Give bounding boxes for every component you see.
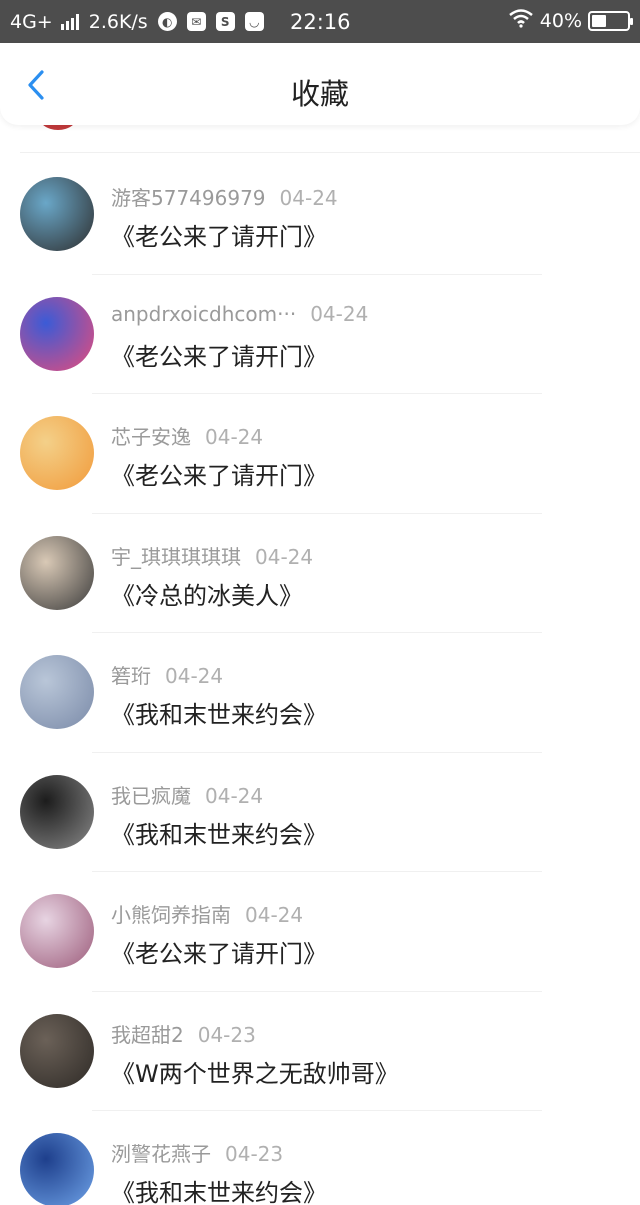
- item-meta: 宇_琪琪琪琪琪 04-24: [111, 541, 313, 570]
- browser-icon: ◐: [157, 12, 177, 31]
- avatar[interactable]: [20, 774, 94, 849]
- battery-icon: [588, 10, 633, 31]
- book-title[interactable]: 《冷总的冰美人》: [111, 576, 303, 611]
- favorites-list: 游客577496979 04-24 《老公来了请开门》 anpdrxoicdhcom·…: [0, 155, 640, 1205]
- username: 宇_琪琪琪琪琪: [111, 544, 241, 569]
- list-item[interactable]: 我超甜2 04-23 《W两个世界之无敌帅哥》: [0, 992, 640, 1111]
- clock: 22:16: [290, 10, 351, 34]
- list-item[interactable]: 游客577496979 04-24 《老公来了请开门》: [0, 155, 640, 275]
- book-title[interactable]: 《W两个世界之无敌帅哥》: [111, 1054, 399, 1089]
- book-title[interactable]: 《我和末世来约会》: [111, 695, 327, 730]
- avatar[interactable]: [20, 894, 94, 968]
- username: 小熊饲养指南: [111, 903, 231, 927]
- list-item[interactable]: 小熊饲养指南 04-24 《老公来了请开门》: [0, 872, 640, 992]
- list-item[interactable]: 洌警花燕子 04-23 《我和末世来约会》: [0, 1111, 640, 1205]
- username: 我已疯魔: [111, 783, 191, 808]
- network-speed: 2.6K/s: [88, 10, 148, 33]
- list-item[interactable]: 我已疯魔 04-24 《我和末世来约会》: [0, 753, 640, 872]
- username: 箬珩: [111, 664, 151, 688]
- status-bar: 4G+ 2.6K/s ◐ ✉ S ◡ 22:16 40%: [0, 0, 640, 43]
- item-meta: 箬珩 04-24: [111, 660, 223, 689]
- battery-percent: 40%: [539, 9, 582, 32]
- mail-icon: ✉: [186, 12, 206, 31]
- date: 04-23: [225, 1142, 284, 1166]
- date: 04-24: [165, 664, 224, 688]
- date: 04-23: [197, 1022, 256, 1047]
- date: 04-24: [245, 903, 304, 927]
- book-title[interactable]: 《我和末世来约会》: [111, 815, 327, 850]
- item-meta: 洌警花燕子 04-23: [111, 1138, 283, 1167]
- username: anpdrxoicdhcom···: [111, 301, 297, 326]
- chat-icon: ◡: [244, 12, 264, 31]
- date: 04-24: [279, 186, 338, 210]
- list-item[interactable]: 宇_琪琪琪琪琪 04-24 《冷总的冰美人》: [0, 514, 640, 633]
- list-item[interactable]: anpdrxoicdhcom··· 04-24 《老公来了请开门》: [0, 275, 640, 394]
- list-item[interactable]: 箬珩 04-24 《我和末世来约会》: [0, 633, 640, 753]
- app-header: 收藏: [0, 43, 640, 125]
- book-title[interactable]: 《老公来了请开门》: [111, 217, 327, 252]
- item-meta: 我已疯魔 04-24: [111, 780, 263, 809]
- book-title[interactable]: 《我和末世来约会》: [111, 1173, 327, 1205]
- book-title[interactable]: 《老公来了请开门》: [111, 456, 327, 491]
- wifi-icon: [508, 8, 534, 33]
- username: 我超甜2: [111, 1022, 184, 1047]
- item-meta: anpdrxoicdhcom··· 04-24: [111, 302, 368, 326]
- avatar[interactable]: [20, 1013, 94, 1088]
- date: 04-24: [205, 425, 264, 449]
- book-title[interactable]: 《老公来了请开门》: [111, 934, 327, 969]
- username: 游客577496979: [111, 186, 266, 210]
- page-title: 收藏: [290, 77, 349, 111]
- s-app-icon: S: [215, 12, 235, 31]
- date: 04-24: [255, 544, 314, 569]
- battery-level: [592, 14, 606, 27]
- date: 04-24: [205, 783, 264, 808]
- item-meta: 我超甜2 04-23: [111, 1019, 256, 1048]
- item-meta: 游客577496979 04-24: [111, 182, 338, 211]
- avatar[interactable]: [20, 177, 94, 251]
- divider: [20, 152, 640, 153]
- item-meta: 芯子安逸 04-24: [111, 421, 263, 450]
- avatar[interactable]: [20, 416, 94, 490]
- avatar[interactable]: [20, 1133, 94, 1205]
- avatar[interactable]: [20, 655, 94, 729]
- book-title[interactable]: 《老公来了请开门》: [111, 337, 327, 372]
- username: 洌警花燕子: [111, 1142, 211, 1166]
- username: 芯子安逸: [111, 425, 191, 449]
- list-item[interactable]: 芯子安逸 04-24 《老公来了请开门》: [0, 394, 640, 514]
- network-type: 4G+: [10, 10, 53, 33]
- date: 04-24: [310, 301, 369, 326]
- avatar[interactable]: [20, 296, 94, 371]
- avatar[interactable]: [20, 535, 94, 610]
- signal-icon: [60, 13, 79, 30]
- item-meta: 小熊饲养指南 04-24: [111, 899, 303, 928]
